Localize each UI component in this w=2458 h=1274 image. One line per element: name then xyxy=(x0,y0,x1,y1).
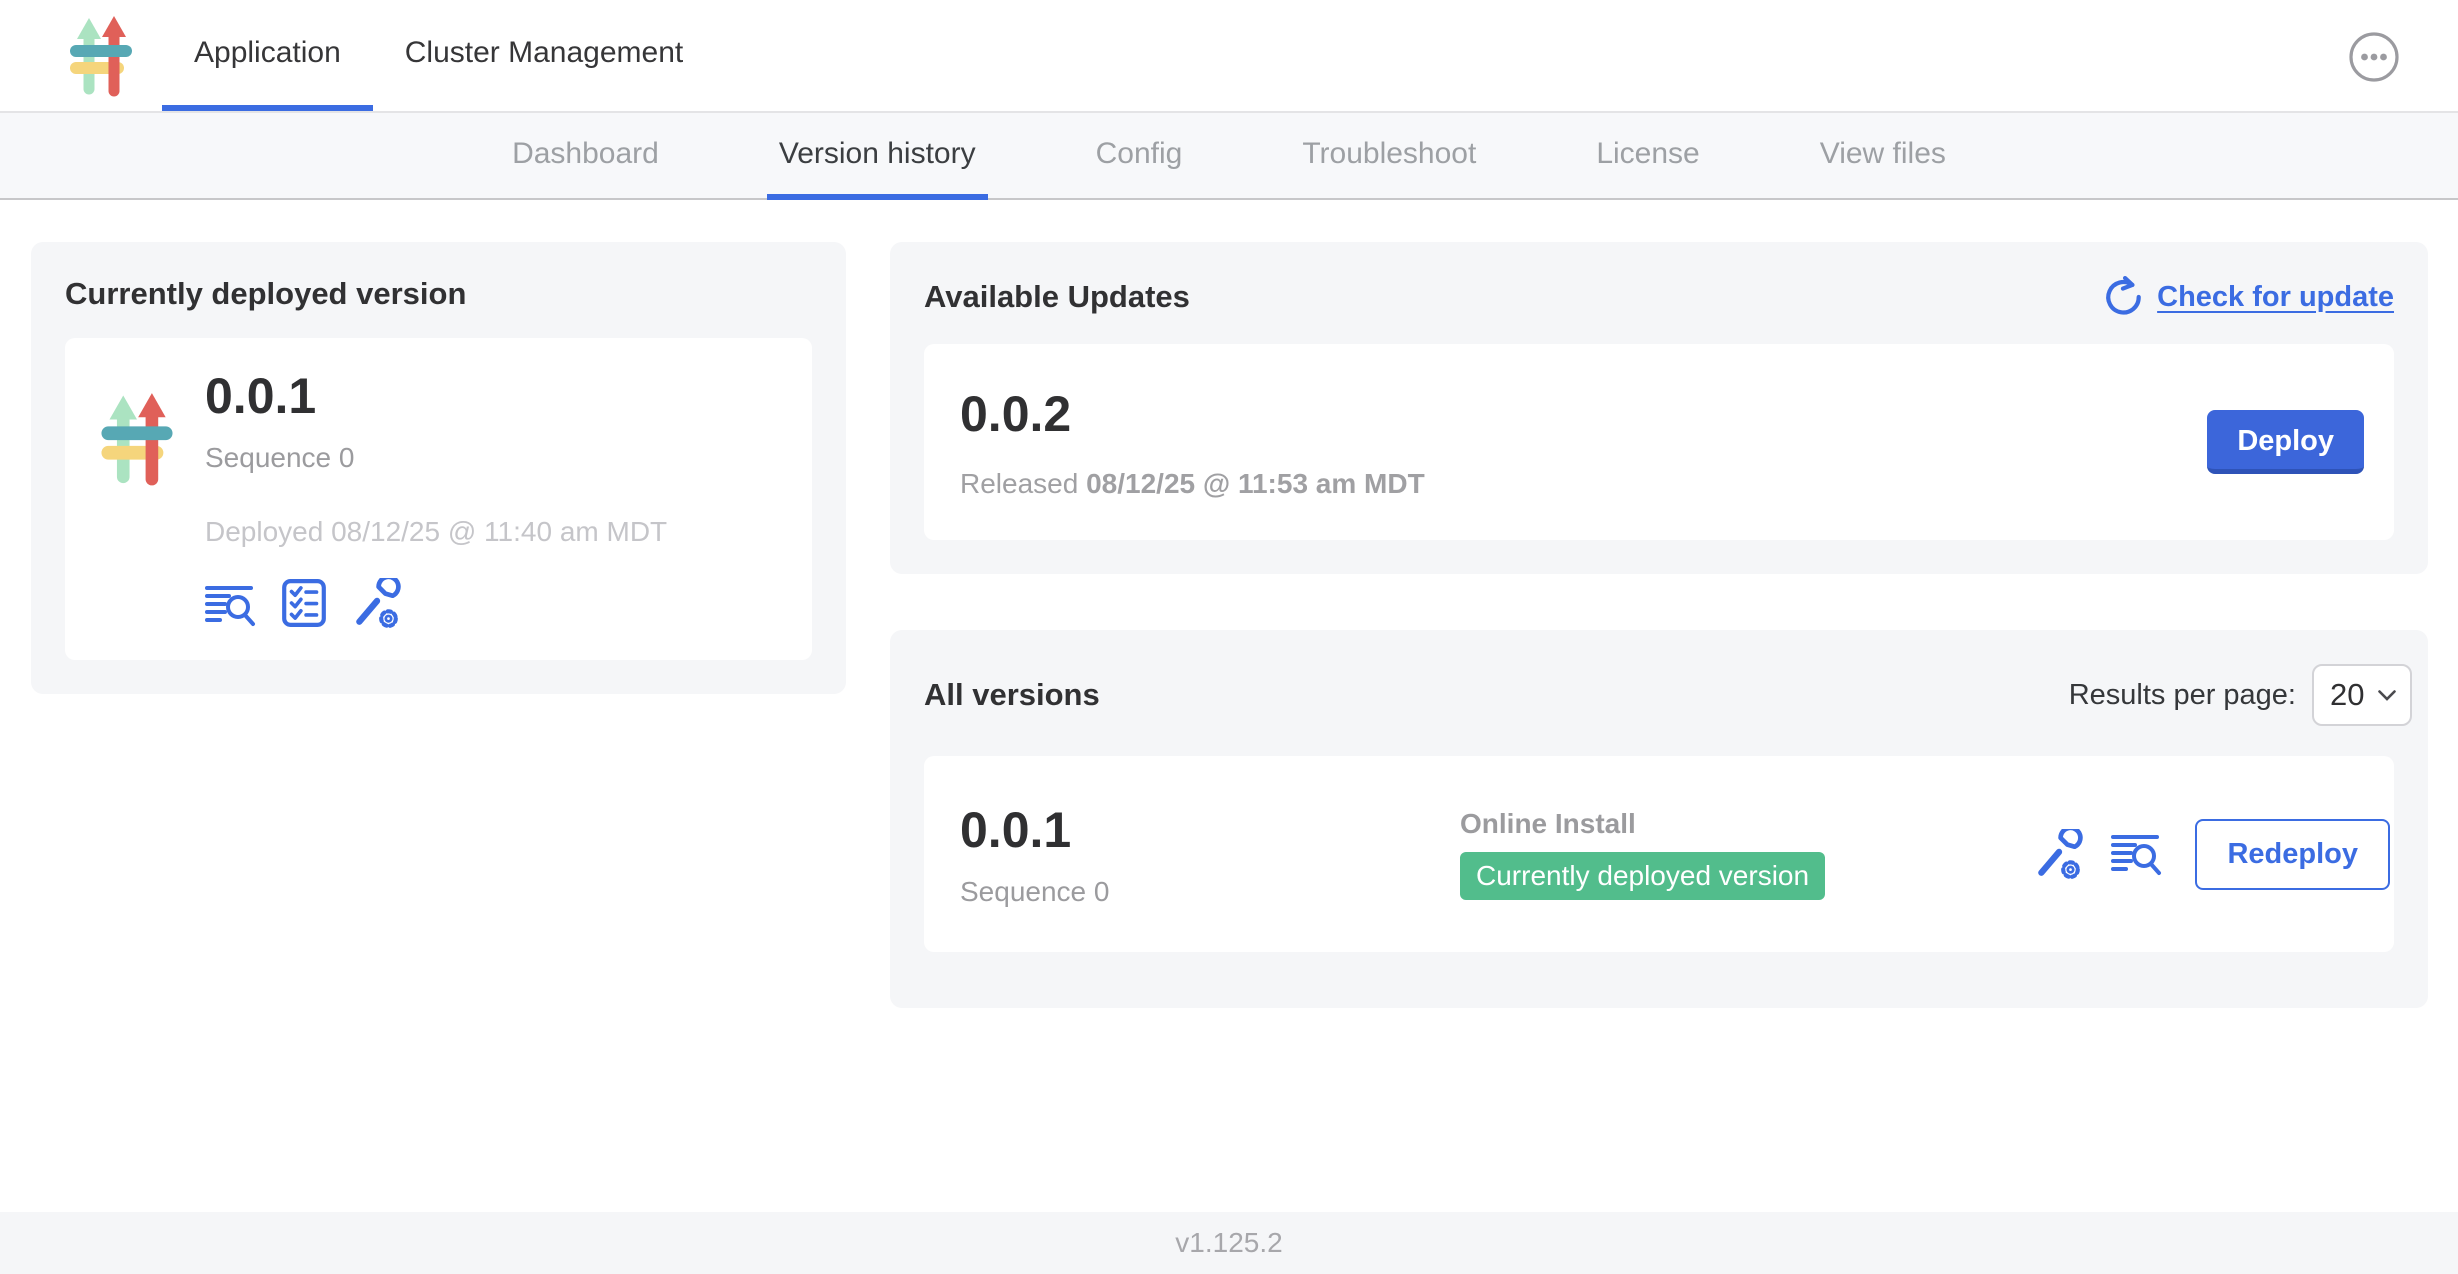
results-per-page: Results per page: 20 xyxy=(2069,664,2394,726)
overflow-menu-button[interactable] xyxy=(2348,31,2400,83)
app-subnav: Dashboard Version history Config Trouble… xyxy=(0,113,2458,200)
deploy-button[interactable]: Deploy xyxy=(2207,410,2364,474)
check-for-update-link[interactable]: Check for update xyxy=(2103,276,2394,318)
version-row: 0.0.1 Sequence 0 Online Install Currentl… xyxy=(924,756,2394,952)
subnav-troubleshoot[interactable]: Troubleshoot xyxy=(1290,113,1488,200)
currently-deployed-badge: Currently deployed version xyxy=(1460,852,1825,900)
chevron-down-icon xyxy=(2378,690,2396,701)
deployed-timestamp: Deployed 08/12/25 @ 11:40 am MDT xyxy=(205,516,667,548)
tab-cluster-management[interactable]: Cluster Management xyxy=(373,0,715,111)
refresh-icon xyxy=(2103,276,2145,318)
tab-application[interactable]: Application xyxy=(162,0,373,111)
right-column: Available Updates Check for update 0.0.2… xyxy=(890,242,2428,1008)
update-details: 0.0.2 Released 08/12/25 @ 11:53 am MDT xyxy=(960,384,1425,500)
console-footer: v1.125.2 xyxy=(0,1212,2458,1274)
top-header: Application Cluster Management xyxy=(0,0,2458,113)
all-versions-title: All versions xyxy=(924,677,1100,713)
install-type-label: Online Install xyxy=(1460,808,2033,840)
deployed-version-actions xyxy=(205,578,667,628)
deployed-version-number: 0.0.1 xyxy=(205,366,667,426)
app-logo-icon xyxy=(101,392,173,486)
row-actions: Redeploy xyxy=(2033,819,2374,890)
preflight-checks-button[interactable] xyxy=(281,578,327,628)
edit-config-button[interactable] xyxy=(351,578,401,628)
main-content: Currently deployed version 0.0.1 Sequenc… xyxy=(0,200,2458,1008)
top-tabs: Application Cluster Management xyxy=(162,0,715,111)
preflight-checklist-icon xyxy=(281,578,327,628)
row-sequence: Sequence 0 xyxy=(960,876,1460,908)
results-per-page-value: 20 xyxy=(2330,677,2364,713)
results-per-page-label: Results per page: xyxy=(2069,679,2296,712)
released-prefix: Released xyxy=(960,468,1078,499)
row-version-block: 0.0.1 Sequence 0 xyxy=(960,800,1460,908)
left-column: Currently deployed version 0.0.1 Sequenc… xyxy=(31,242,846,694)
subnav-view-files[interactable]: View files xyxy=(1808,113,1958,200)
wrench-gear-icon xyxy=(2033,829,2083,879)
subnav-version-history[interactable]: Version history xyxy=(767,113,988,200)
diff-lines-magnifier-icon xyxy=(205,582,257,628)
subnav-dashboard[interactable]: Dashboard xyxy=(500,113,671,200)
all-versions-card: All versions Results per page: 20 0.0 xyxy=(890,630,2428,1008)
row-version-number: 0.0.1 xyxy=(960,800,1460,860)
ellipsis-icon xyxy=(2348,31,2400,83)
version-history-page: Application Cluster Management Dashboard… xyxy=(0,0,2458,1274)
deployed-version-details: 0.0.1 Sequence 0 Deployed 08/12/25 @ 11:… xyxy=(205,366,667,628)
currently-deployed-title: Currently deployed version xyxy=(65,276,812,312)
deployed-version-card: 0.0.1 Sequence 0 Deployed 08/12/25 @ 11:… xyxy=(65,338,812,660)
edit-config-button[interactable] xyxy=(2033,829,2083,879)
subnav-license[interactable]: License xyxy=(1584,113,1711,200)
view-diff-button[interactable] xyxy=(205,582,257,628)
app-logo-icon xyxy=(70,15,132,97)
available-updates-title: Available Updates xyxy=(924,279,1190,315)
deployed-sequence: Sequence 0 xyxy=(205,442,667,474)
update-released-line: Released 08/12/25 @ 11:53 am MDT xyxy=(960,468,1425,500)
diff-lines-magnifier-icon xyxy=(2111,831,2163,877)
results-per-page-select[interactable]: 20 xyxy=(2312,664,2412,726)
released-timestamp: 08/12/25 @ 11:53 am MDT xyxy=(1086,468,1425,499)
currently-deployed-card: Currently deployed version 0.0.1 Sequenc… xyxy=(31,242,846,694)
all-versions-header: All versions Results per page: 20 xyxy=(924,664,2394,726)
subnav-config[interactable]: Config xyxy=(1084,113,1195,200)
update-row: 0.0.2 Released 08/12/25 @ 11:53 am MDT D… xyxy=(924,344,2394,540)
available-updates-card: Available Updates Check for update 0.0.2… xyxy=(890,242,2428,574)
update-version-number: 0.0.2 xyxy=(960,384,1425,444)
available-updates-header: Available Updates Check for update xyxy=(924,276,2394,318)
check-for-update-label: Check for update xyxy=(2157,281,2394,314)
redeploy-button[interactable]: Redeploy xyxy=(2195,819,2390,890)
console-version: v1.125.2 xyxy=(1175,1227,1282,1259)
view-diff-button[interactable] xyxy=(2111,831,2163,877)
wrench-gear-icon xyxy=(351,578,401,628)
row-status-block: Online Install Currently deployed versio… xyxy=(1460,808,2033,900)
